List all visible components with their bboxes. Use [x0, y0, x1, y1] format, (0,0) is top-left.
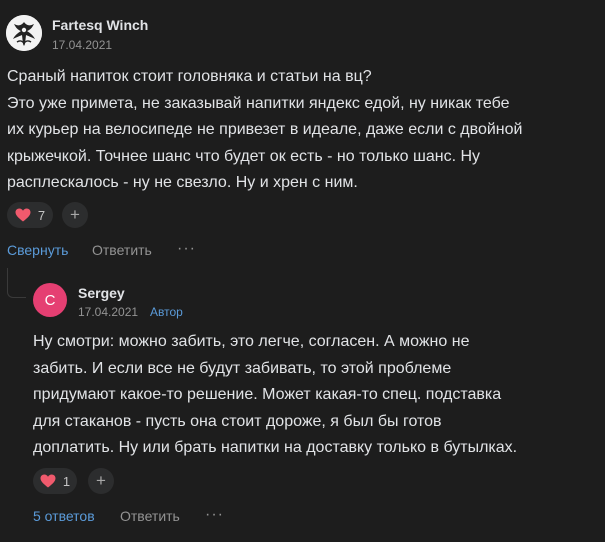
reply-reaction-count: 1 [62, 473, 71, 489]
avatar-letter: С [44, 291, 56, 309]
reply-button[interactable]: Ответить [92, 242, 152, 258]
author-avatar[interactable] [6, 15, 42, 51]
show-replies-button[interactable]: 5 ответов [33, 508, 95, 524]
more-icon[interactable]: ··· [205, 506, 224, 524]
reply-reaction-button[interactable]: 1 [33, 468, 77, 494]
comment-text: Сраный напиток стоит головняка и статьи … [7, 68, 523, 191]
author-badge: Автор [150, 305, 183, 319]
add-reaction-button[interactable]: + [62, 202, 88, 228]
thread-connector [7, 268, 26, 298]
reply-text: Ну смотри: можно забить, это легче, согл… [33, 333, 518, 456]
collapse-button[interactable]: Свернуть [7, 242, 68, 258]
plus-icon: + [70, 205, 80, 224]
reaction-button[interactable]: 7 [7, 202, 53, 228]
comment-date[interactable]: 17.04.2021 [52, 38, 112, 52]
reply-add-reaction-button[interactable]: + [88, 468, 114, 494]
author-avatar-emblem-icon [6, 15, 42, 51]
reaction-count: 7 [37, 207, 46, 223]
author-name[interactable]: Fartesq Winch [52, 17, 148, 33]
reply-date[interactable]: 17.04.2021 [78, 305, 138, 319]
plus-icon: + [96, 471, 106, 490]
more-icon[interactable]: ··· [177, 240, 196, 258]
heart-icon [40, 474, 56, 488]
reply-avatar[interactable]: С [33, 283, 67, 317]
reply-reply-button[interactable]: Ответить [120, 508, 180, 524]
heart-icon [15, 208, 31, 222]
reply-author-name[interactable]: Sergey [78, 285, 125, 301]
